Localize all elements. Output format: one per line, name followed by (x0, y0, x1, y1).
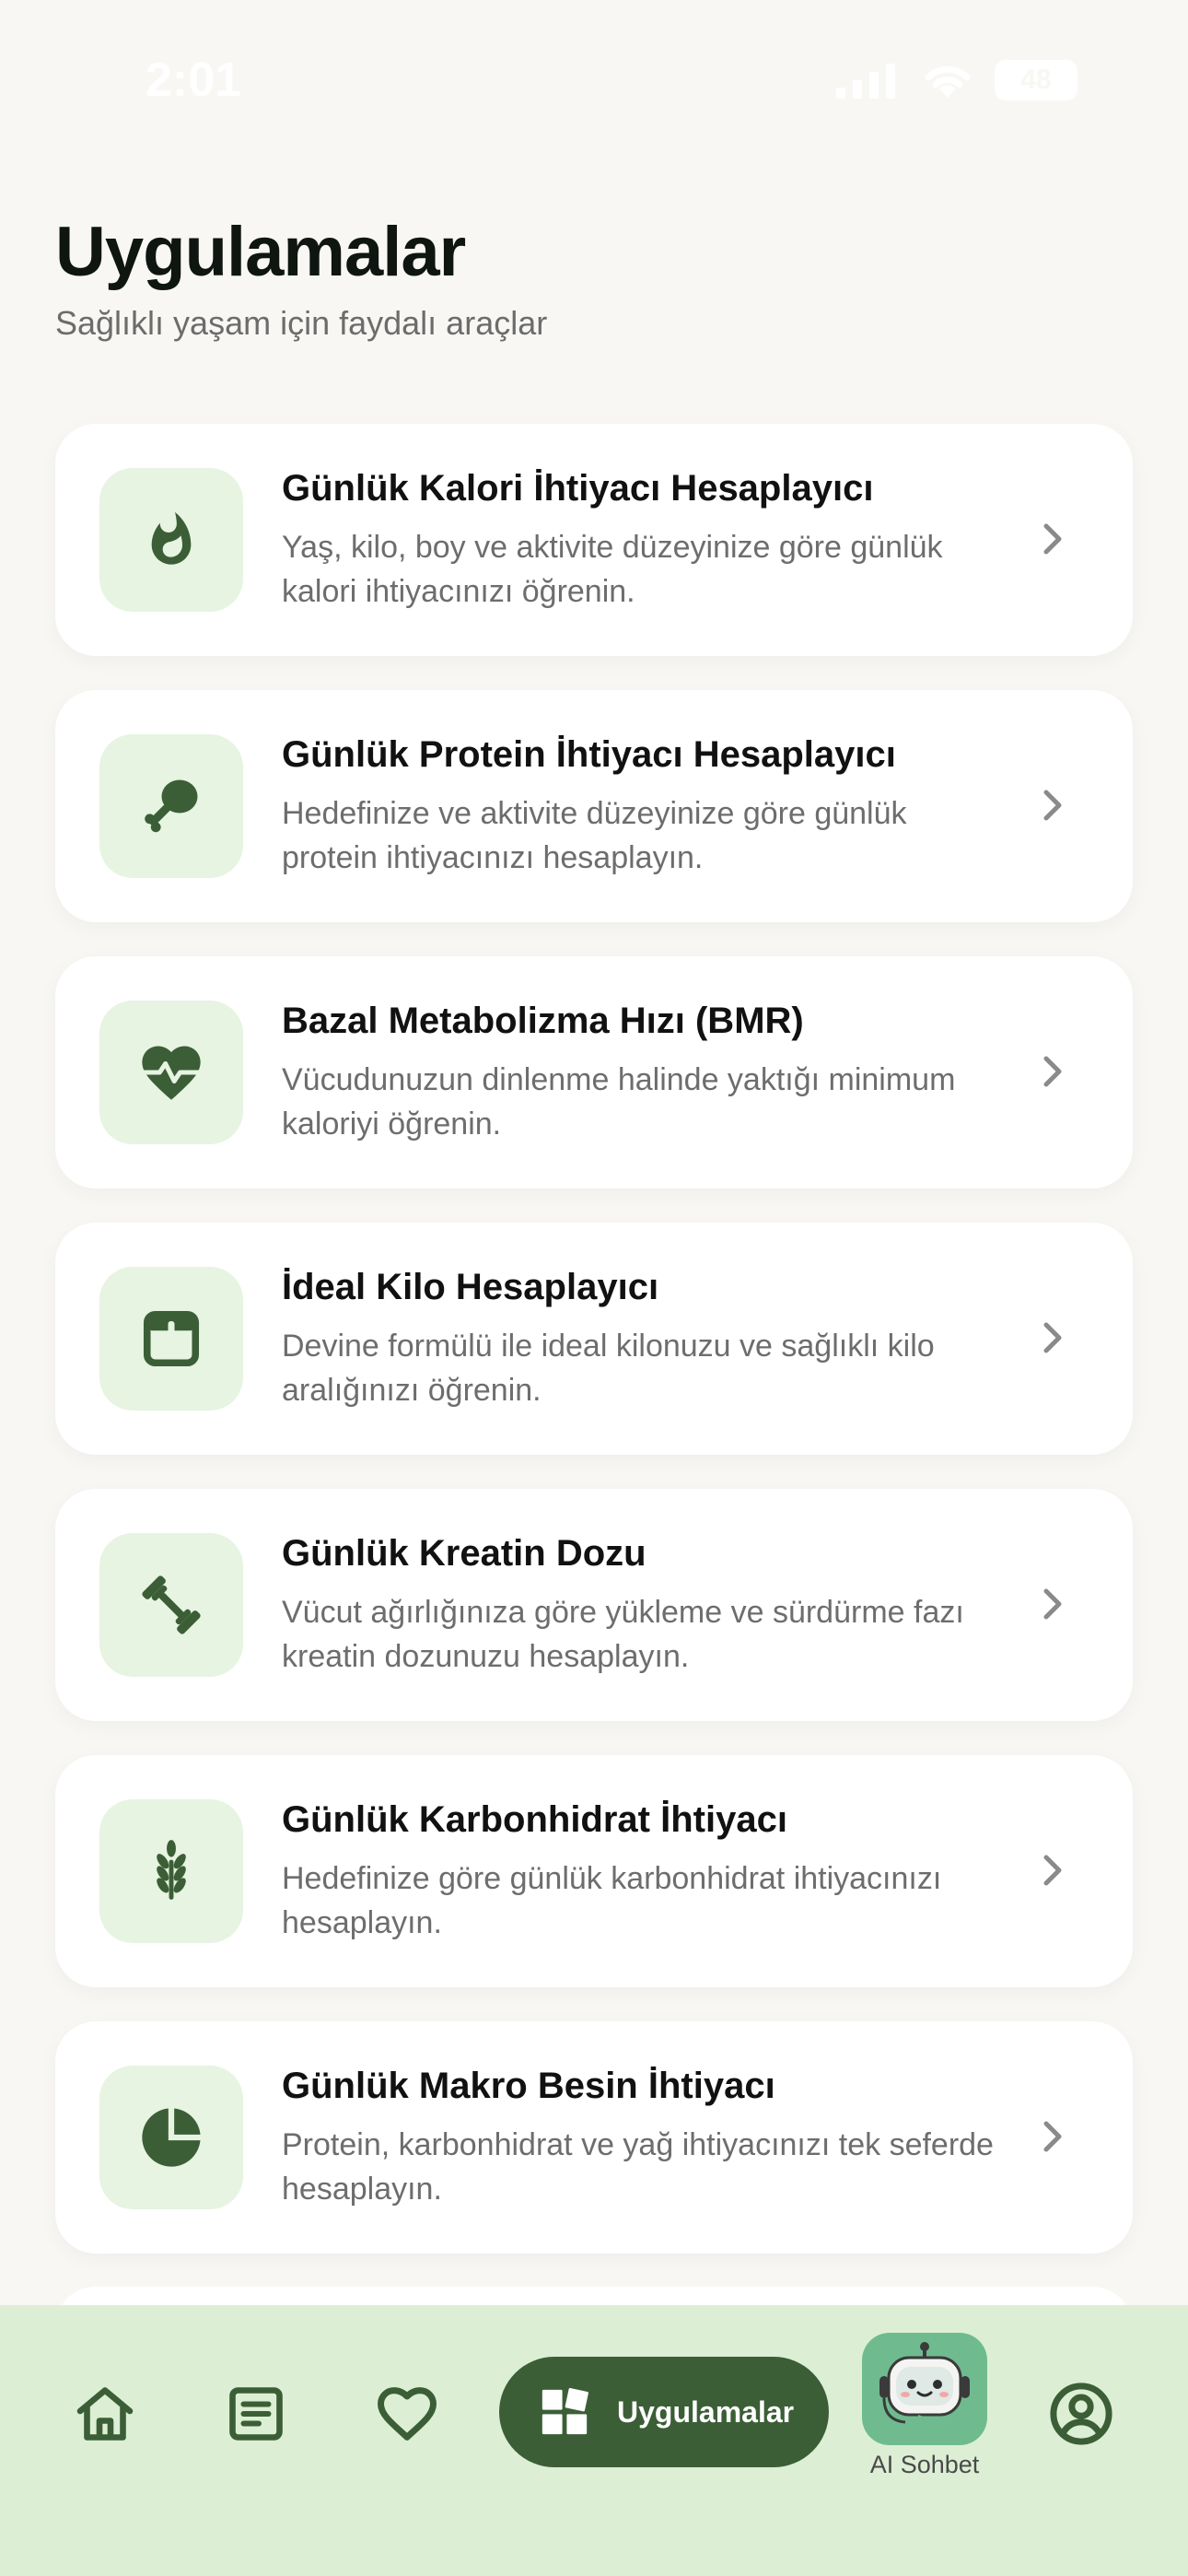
card-description: Protein, karbonhidrat ve yağ ihtiyacınız… (282, 2127, 994, 2207)
protein-calculator-card[interactable]: Günlük Protein İhtiyacı Hesaplayıcı Hede… (55, 690, 1133, 922)
nav-apps-active[interactable]: Uygulamalar (499, 2357, 829, 2467)
card-description: Devine formülü ile ideal kilonuzu ve sağ… (282, 1329, 935, 1408)
card-title: Günlük Kreatin Dozu (282, 1533, 646, 1574)
chevron-right-icon (1043, 1322, 1062, 1353)
calorie-calculator-card[interactable]: Günlük Kalori İhtiyacı Hesaplayıcı Yaş, … (55, 424, 1133, 656)
card-description: Vücut ağırlığınıza göre yükleme ve sürdü… (282, 1595, 964, 1674)
scale-icon (143, 1310, 200, 1367)
nav-ai-chat[interactable]: AI Sohbet (862, 2333, 987, 2478)
bmr-calculator-card[interactable]: Bazal Metabolizma Hızı (BMR) Vücudunuzun… (55, 956, 1133, 1188)
chevron-right-icon (1043, 1056, 1062, 1087)
wheat-icon (157, 1840, 186, 1900)
apps-grid-icon (542, 2388, 588, 2435)
nav-profile[interactable] (1044, 2377, 1118, 2451)
creatine-dose-card[interactable]: Günlük Kreatin Dozu Vücut ağırlığınıza g… (55, 1489, 1133, 1721)
macro-need-card[interactable]: Günlük Makro Besin İhtiyacı Protein, kar… (55, 2021, 1133, 2254)
chevron-right-icon (1043, 790, 1062, 821)
card-description: Hedefinize ve aktivite düzeyinize göre g… (282, 796, 907, 875)
article-icon (229, 2387, 283, 2441)
status-time: 2:01 (146, 53, 242, 107)
card-title: Günlük Karbonhidrat İhtiyacı (282, 1799, 787, 1840)
chevron-right-icon (1043, 1588, 1062, 1620)
nav-apps-label: Uygulamalar (617, 2395, 795, 2429)
wifi-icon (925, 65, 971, 98)
chevron-right-icon (1043, 523, 1062, 555)
card-title: Bazal Metabolizma Hızı (BMR) (282, 1001, 804, 1041)
battery-indicator: 48 (995, 60, 1077, 100)
nav-favorites[interactable] (370, 2377, 444, 2451)
signal-icon (836, 64, 895, 99)
apps-screen: 2:01 48 Uygulamalar Sağlıklı yaşam için … (0, 0, 1188, 2576)
card-title: Günlük Makro Besin İhtiyacı (282, 2066, 775, 2106)
home-icon (76, 2387, 134, 2441)
card-title: Günlük Protein İhtiyacı Hesaplayıcı (282, 734, 896, 775)
chevron-right-icon (1043, 1855, 1062, 1886)
bottom-navigation: Uygulamalar AI Sohbet (0, 2305, 1188, 2576)
heart-icon (378, 2387, 437, 2441)
robot-icon (879, 2342, 970, 2431)
flame-icon (151, 511, 192, 565)
heart-pulse-icon (142, 1046, 201, 1100)
profile-icon (1050, 2383, 1112, 2445)
drumstick-icon (145, 779, 198, 833)
page-title: Uygulamalar (55, 213, 466, 291)
card-description: Hedefinize göre günlük karbonhidrat ihti… (282, 1861, 942, 1940)
carbohydrate-need-card[interactable]: Günlük Karbonhidrat İhtiyacı Hedefinize … (55, 1755, 1133, 1987)
dumbbell-icon (142, 1575, 201, 1634)
pie-chart-icon (142, 2108, 201, 2167)
page-subtitle: Sağlıklı yaşam için faydalı araçlar (55, 304, 548, 342)
card-title: Günlük Kalori İhtiyacı Hesaplayıcı (282, 468, 874, 509)
ideal-weight-calculator-card[interactable]: İdeal Kilo Hesaplayıcı Devine formülü il… (55, 1223, 1133, 1455)
status-icons: 48 (836, 60, 1077, 100)
nav-ai-chat-label: AI Sohbet (869, 2451, 980, 2478)
card-title: İdeal Kilo Hesaplayıcı (282, 1267, 659, 1307)
card-description: Vücudunuzun dinlenme halinde yaktığı min… (282, 1062, 956, 1142)
status-bar: 2:01 48 (0, 51, 1188, 115)
card-description: Yaş, kilo, boy ve aktivite düzeyinize gö… (282, 530, 943, 609)
nav-home[interactable] (68, 2377, 142, 2451)
nav-articles[interactable] (219, 2377, 293, 2451)
chevron-right-icon (1043, 2121, 1062, 2152)
app-list: Günlük Kalori İhtiyacı Hesaplayıcı Yaş, … (55, 424, 1133, 2288)
